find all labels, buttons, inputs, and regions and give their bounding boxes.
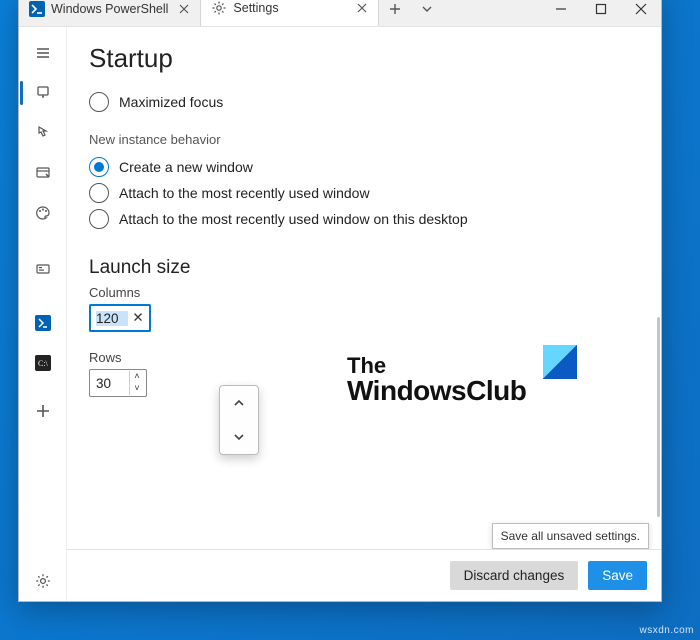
columns-spinner-popup (219, 385, 259, 455)
tab-buttons (379, 0, 443, 26)
menu-icon[interactable] (19, 33, 67, 73)
tab-label: Settings (233, 1, 346, 15)
app-window: Windows PowerShell Settings (18, 0, 662, 602)
close-window-button[interactable] (621, 0, 661, 27)
chevron-down-icon[interactable]: ˅ (130, 383, 144, 395)
rows-input[interactable]: 30 ˄˅ (89, 369, 147, 397)
add-profile-icon[interactable] (19, 391, 67, 431)
brand-line2: WindowsClub (347, 377, 577, 405)
save-tooltip: Save all unsaved settings. (492, 523, 649, 549)
window-body: C:\ Startup Maximized focus New instance… (19, 27, 661, 601)
brand-watermark: The WindowsClub (347, 355, 577, 405)
radio-maximized-focus[interactable]: Maximized focus (89, 92, 639, 112)
tab-close-button[interactable] (174, 0, 194, 19)
radio-icon (89, 209, 109, 229)
tab-label: Windows PowerShell (51, 2, 168, 16)
save-button[interactable]: Save (588, 561, 647, 590)
spinner-up-button[interactable] (220, 386, 258, 420)
rendering-icon[interactable] (19, 249, 67, 289)
tab-dropdown-button[interactable] (411, 0, 443, 27)
rows-value: 30 (96, 376, 128, 391)
new-tab-button[interactable] (379, 0, 411, 27)
maximize-button[interactable] (581, 0, 621, 27)
minimize-button[interactable] (541, 0, 581, 27)
settings-gear-icon[interactable] (19, 561, 67, 601)
svg-text:C:\: C:\ (38, 359, 49, 368)
radio-icon (89, 183, 109, 203)
rows-spinner[interactable]: ˄˅ (129, 371, 144, 395)
radio-attach-recent-desktop[interactable]: Attach to the most recently used window … (89, 209, 639, 229)
tab-close-button[interactable] (352, 0, 372, 18)
appearance-icon[interactable] (19, 153, 67, 193)
columns-label: Columns (89, 285, 639, 300)
page-title: Startup (89, 43, 639, 74)
launch-size-heading: Launch size (89, 257, 639, 279)
brand-logo-icon (543, 345, 577, 379)
columns-value: 120 (96, 311, 128, 326)
tab-powershell[interactable]: Windows PowerShell (19, 0, 201, 26)
gear-icon (211, 0, 227, 16)
source-watermark: wsxdn.com (639, 625, 694, 636)
radio-icon (89, 92, 109, 112)
tab-strip: Windows PowerShell Settings (19, 0, 379, 26)
columns-input[interactable]: 120 ✕ (89, 304, 151, 332)
color-schemes-icon[interactable] (19, 193, 67, 233)
powershell-icon (29, 1, 45, 17)
radio-create-new-window[interactable]: Create a new window (89, 157, 639, 177)
chevron-up-icon[interactable]: ˄ (130, 371, 144, 383)
radio-icon (89, 157, 109, 177)
radio-label: Attach to the most recently used window … (119, 211, 468, 227)
sidebar: C:\ (19, 27, 67, 601)
launch-icon[interactable] (19, 73, 67, 113)
interaction-icon[interactable] (19, 113, 67, 153)
radio-label: Maximized focus (119, 94, 223, 110)
radio-label: Attach to the most recently used window (119, 185, 370, 201)
settings-content: Startup Maximized focus New instance beh… (67, 27, 661, 601)
scrollbar-thumb[interactable] (657, 317, 660, 517)
radio-attach-recent[interactable]: Attach to the most recently used window (89, 183, 639, 203)
clear-icon[interactable]: ✕ (128, 310, 148, 326)
bottom-bar: Discard changes Save (67, 549, 661, 601)
radio-label: Create a new window (119, 159, 253, 175)
powershell-profile-icon[interactable] (19, 303, 67, 343)
discard-button[interactable]: Discard changes (450, 561, 579, 590)
titlebar: Windows PowerShell Settings (19, 0, 661, 27)
cmd-profile-icon[interactable]: C:\ (19, 343, 67, 383)
tab-settings[interactable]: Settings (201, 0, 379, 26)
spinner-down-button[interactable] (220, 420, 258, 454)
section-new-instance-behavior: New instance behavior (89, 132, 639, 147)
